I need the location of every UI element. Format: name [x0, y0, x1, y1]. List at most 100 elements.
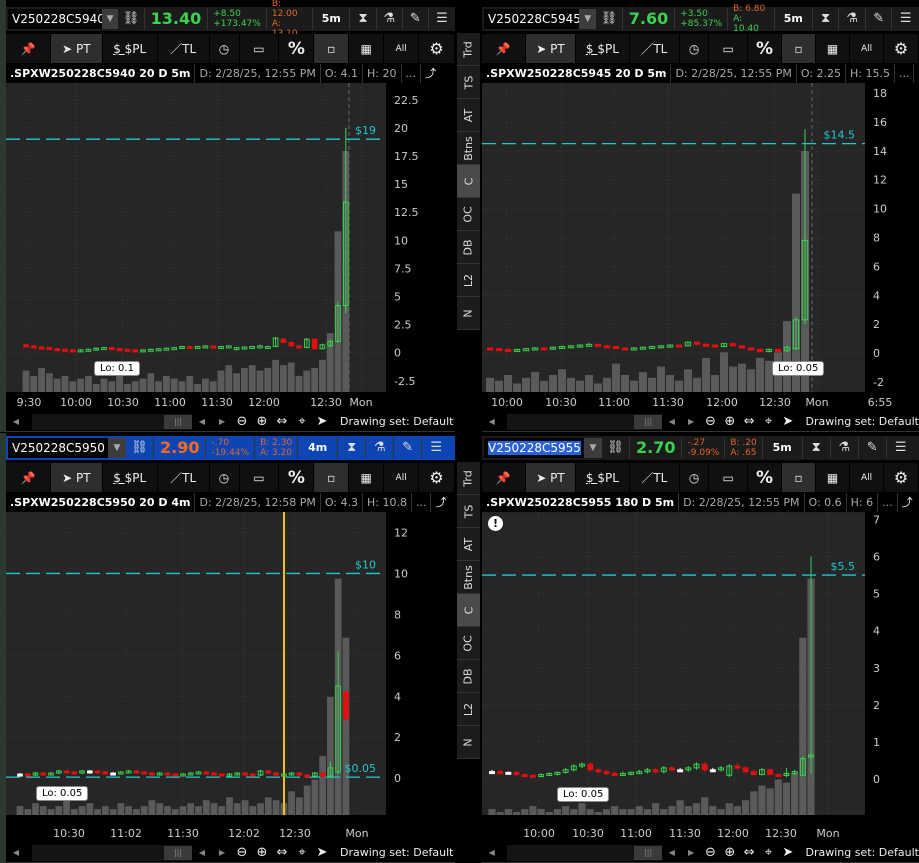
chart-plot[interactable]: 22.5 20 17.5 15 12.5 10 7.5 5 2.5 0 -2.5 $19 Lo: 0.1 [6, 83, 455, 394]
rectangle-tool-button[interactable]: ▭ [709, 463, 749, 492]
aggregation-button[interactable]: 4m [298, 437, 339, 459]
pointer-tool-button[interactable]: ➤ PT [525, 463, 577, 492]
drawing-set-selector[interactable]: Drawing set: Default [806, 846, 919, 859]
trendline-tool-button[interactable]: ／ TL [157, 34, 210, 63]
side-tab-c[interactable]: C [457, 165, 480, 198]
pin-button[interactable]: 📌 [482, 463, 526, 492]
side-tab-at[interactable]: AT [457, 528, 480, 561]
studies-flask-icon[interactable]: ⚗ [831, 437, 859, 459]
more-info[interactable]: ... [412, 493, 432, 512]
all-button[interactable]: All [850, 34, 885, 63]
side-tab-btns[interactable]: Btns [457, 132, 480, 165]
zoom-in-icon[interactable]: ⊕ [720, 845, 739, 860]
horizontal-scrollbar[interactable]: ||| [507, 413, 663, 430]
square-button[interactable]: ▫ [314, 34, 350, 63]
side-tab-n[interactable]: N [457, 297, 480, 330]
link-icon[interactable]: ⛓ [118, 8, 145, 30]
pin-button[interactable]: 📌 [6, 463, 51, 492]
menu-icon[interactable]: ☰ [892, 8, 919, 30]
pin-button[interactable]: 📌 [482, 34, 526, 63]
step-left-icon[interactable]: ◀ [192, 848, 212, 857]
symbol-dropdown-button[interactable]: ▼ [101, 9, 119, 29]
side-tab-db[interactable]: DB [457, 660, 480, 693]
drawing-set-selector[interactable]: Drawing set: Default [340, 846, 453, 859]
symbol-input[interactable]: V250228C5940 [8, 9, 102, 29]
crosshair-icon[interactable]: ⌖ [759, 414, 778, 429]
side-tab-at[interactable]: AT [457, 99, 480, 132]
side-tab-oc[interactable]: OC [457, 627, 480, 660]
side-tab-trd[interactable]: Trd [457, 33, 480, 66]
side-tab-db[interactable]: DB [457, 231, 480, 264]
more-info[interactable]: ... [402, 64, 421, 83]
pl-tool-button[interactable]: $ $PL [576, 463, 630, 492]
zoom-out-icon[interactable]: ⊖ [701, 414, 720, 429]
zoom-out-icon[interactable]: ⊖ [232, 414, 252, 429]
rectangle-tool-button[interactable]: ▭ [709, 34, 749, 63]
chart-plot[interactable]: 12 10 8 6 4 2 0 $10 $0.05 Lo: 0.05 [6, 512, 455, 825]
trendline-tool-button[interactable]: ／ TL [629, 463, 681, 492]
candle-style-icon[interactable]: ⧗ [803, 437, 831, 459]
aggregation-button[interactable]: 5m [763, 437, 803, 459]
cursor-icon[interactable]: ➤ [778, 845, 797, 860]
studies-flask-icon[interactable]: ⚗ [839, 8, 866, 30]
scrollbar-thumb[interactable]: ||| [164, 414, 192, 429]
menu-icon[interactable]: ☰ [887, 437, 915, 459]
warning-icon[interactable]: ! [488, 516, 503, 531]
pointer-tool-button[interactable]: ➤ PT [525, 34, 577, 63]
side-tab-ts[interactable]: TS [457, 495, 480, 528]
menu-icon[interactable]: ☰ [422, 437, 450, 459]
symbol-dropdown-button[interactable]: ▼ [584, 438, 602, 458]
percent-button[interactable]: % [748, 463, 783, 492]
zoom-out-icon[interactable]: ⊖ [701, 845, 720, 860]
candle-style-icon[interactable]: ⧗ [813, 8, 840, 30]
pl-tool-button[interactable]: $ $PL [576, 34, 630, 63]
price-axis-scale-icon[interactable]: ⤴ [431, 493, 455, 512]
pointer-tool-button[interactable]: ➤ PT [50, 34, 103, 63]
zoom-in-icon[interactable]: ⊕ [252, 845, 272, 860]
clock-tool-button[interactable]: ◷ [209, 463, 240, 492]
studies-flask-icon[interactable]: ⚗ [377, 8, 403, 30]
rectangle-tool-button[interactable]: ▭ [239, 34, 280, 63]
percent-button[interactable]: % [748, 34, 783, 63]
step-right-icon[interactable]: ▶ [681, 417, 700, 426]
scroll-left-icon[interactable]: ◀ [482, 417, 501, 426]
price-axis-scale-icon[interactable]: ⤴ [914, 64, 919, 83]
more-info[interactable]: ... [895, 64, 915, 83]
all-button[interactable]: All [384, 463, 420, 492]
scrollbar-thumb[interactable]: ||| [634, 845, 663, 860]
aggregation-button[interactable]: 5m [775, 8, 813, 30]
pl-tool-button[interactable]: $ $PL [102, 463, 158, 492]
grid-layout-button[interactable]: ▦ [816, 34, 851, 63]
cursor-icon[interactable]: ➤ [312, 845, 332, 860]
side-tab-n[interactable]: N [457, 726, 480, 759]
fit-width-icon[interactable]: ⇔ [739, 414, 758, 429]
all-button[interactable]: All [384, 34, 420, 63]
side-tab-l2[interactable]: L2 [457, 264, 480, 297]
rectangle-tool-button[interactable]: ▭ [239, 463, 280, 492]
settings-button[interactable]: ⚙ [884, 34, 919, 63]
menu-icon[interactable]: ☰ [429, 8, 455, 30]
step-right-icon[interactable]: ▶ [212, 417, 232, 426]
crosshair-icon[interactable]: ⌖ [292, 845, 312, 860]
candle-style-icon[interactable]: ⧗ [338, 437, 367, 459]
settings-button[interactable]: ⚙ [419, 34, 455, 63]
side-tab-ts[interactable]: TS [457, 66, 480, 99]
settings-button[interactable]: ⚙ [884, 463, 919, 492]
symbol-input[interactable]: V250228C5945 [484, 9, 580, 29]
clock-tool-button[interactable]: ◷ [209, 34, 240, 63]
price-axis-scale-icon[interactable]: ⤴ [898, 493, 919, 512]
scrollbar-thumb[interactable]: ||| [164, 845, 192, 860]
scroll-left-icon[interactable]: ◀ [6, 417, 26, 426]
symbol-dropdown-button[interactable]: ▼ [108, 438, 126, 458]
clock-tool-button[interactable]: ◷ [680, 34, 710, 63]
grid-layout-button[interactable]: ▦ [349, 463, 385, 492]
clock-tool-button[interactable]: ◷ [680, 463, 710, 492]
percent-button[interactable]: % [279, 463, 315, 492]
step-left-icon[interactable]: ◀ [662, 417, 681, 426]
drawing-tools-icon[interactable]: ✎ [859, 437, 887, 459]
step-right-icon[interactable]: ▶ [212, 848, 232, 857]
drawing-set-selector[interactable]: Drawing set: Default [806, 415, 919, 428]
fit-width-icon[interactable]: ⇔ [739, 845, 758, 860]
settings-button[interactable]: ⚙ [419, 463, 455, 492]
zoom-in-icon[interactable]: ⊕ [720, 414, 739, 429]
